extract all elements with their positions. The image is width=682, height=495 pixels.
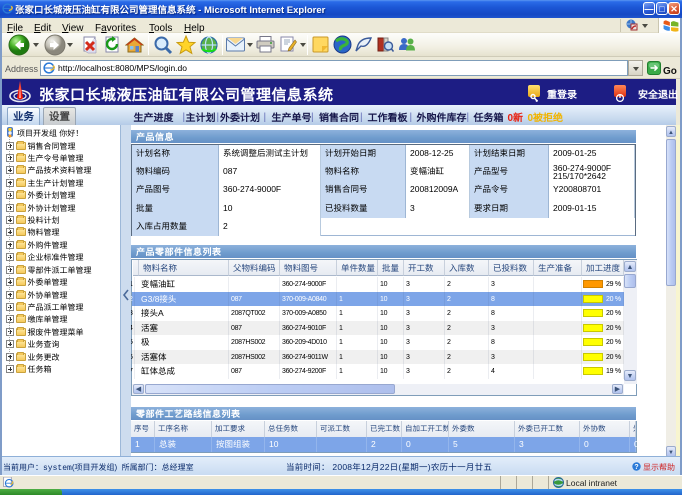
svg-text:?: ? (634, 462, 638, 471)
